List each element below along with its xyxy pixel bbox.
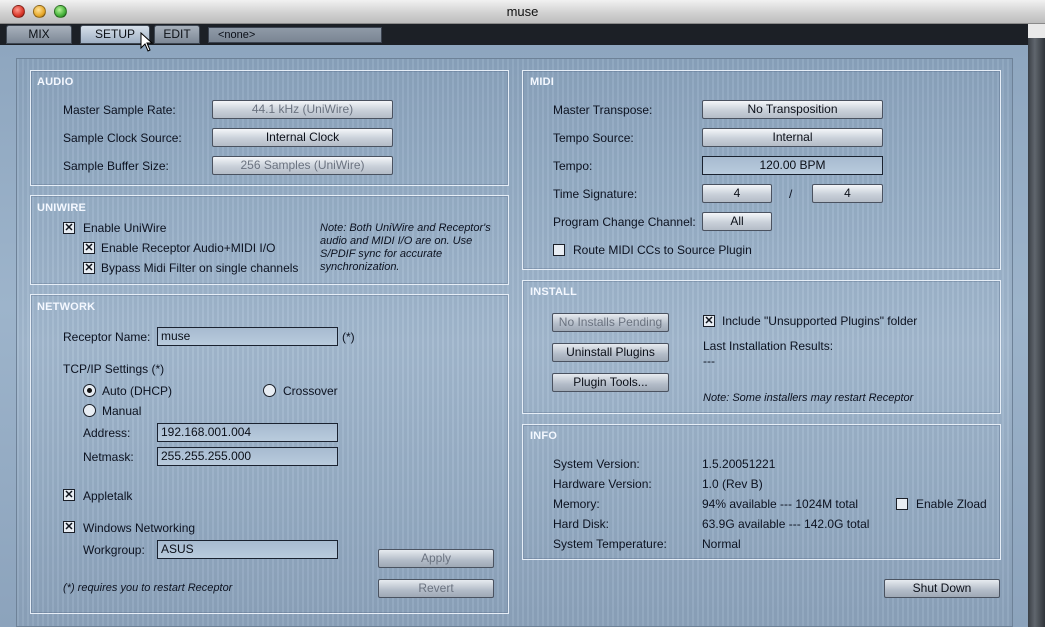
enable-uniwire-label: Enable UniWire <box>83 221 167 235</box>
tempo-label: Tempo: <box>553 159 593 173</box>
receptor-name-field[interactable]: muse <box>157 327 338 346</box>
restart-marker: (*) <box>342 330 355 344</box>
enable-zload-checkbox[interactable] <box>896 498 908 510</box>
window-title: muse <box>506 4 539 19</box>
enable-zload-label: Enable Zload <box>916 497 987 511</box>
last-results-value: --- <box>703 354 715 368</box>
install-title: INSTALL <box>530 286 578 298</box>
netmask-field[interactable]: 255.255.255.000 <box>157 447 338 466</box>
address-label: Address: <box>83 426 131 440</box>
windows-networking-checkbox[interactable]: ✕ <box>63 521 75 533</box>
auto-dhcp-label: Auto (DHCP) <box>102 384 173 398</box>
mouse-pointer-icon <box>140 32 154 52</box>
plugin-tools-button[interactable]: Plugin Tools... <box>552 373 669 392</box>
tempo-source-label: Tempo Source: <box>553 131 634 145</box>
buffer-size-label: Sample Buffer Size: <box>63 159 169 173</box>
right-edge <box>1028 24 1045 627</box>
auto-dhcp-radio[interactable] <box>83 384 96 397</box>
route-midi-cc-label: Route MIDI CCs to Source Plugin <box>573 243 752 257</box>
transpose-label: Master Transpose: <box>553 103 653 117</box>
sample-rate-button[interactable]: 44.1 kHz (UniWire) <box>212 100 393 119</box>
workgroup-label: Workgroup: <box>83 543 145 557</box>
tempo-field[interactable]: 120.00 BPM <box>702 156 883 175</box>
network-title: NETWORK <box>37 301 96 313</box>
bypass-midi-checkbox[interactable]: ✕ <box>83 262 95 274</box>
preset-selector[interactable]: <none> <box>208 27 382 43</box>
revert-button[interactable]: Revert <box>378 579 494 598</box>
crossover-radio[interactable] <box>263 384 276 397</box>
memory-label: Memory: <box>553 497 600 511</box>
clock-source-label: Sample Clock Source: <box>63 131 182 145</box>
title-bar: muse <box>0 0 1045 24</box>
tcpip-label: TCP/IP Settings (*) <box>63 362 165 376</box>
manual-label: Manual <box>102 404 142 418</box>
install-note: Note: Some installers may restart Recept… <box>703 392 914 404</box>
hard-disk-label: Hard Disk: <box>553 517 610 531</box>
time-signature-label: Time Signature: <box>553 187 638 201</box>
last-results-label: Last Installation Results: <box>703 339 834 353</box>
shut-down-button[interactable]: Shut Down <box>884 579 1000 598</box>
uniwire-title: UNIWIRE <box>37 202 87 214</box>
audio-title: AUDIO <box>37 76 74 88</box>
tab-mix[interactable]: MIX <box>6 25 72 44</box>
receptor-name-label: Receptor Name: <box>63 330 151 344</box>
uniwire-note: Note: Both UniWire and Receptor's audio … <box>320 222 491 273</box>
restart-footnote: (*) requires you to restart Receptor <box>63 582 233 594</box>
netmask-label: Netmask: <box>83 450 134 464</box>
workgroup-field[interactable]: ASUS <box>157 540 338 559</box>
enable-receptor-checkbox[interactable]: ✕ <box>83 242 95 254</box>
include-unsupported-label: Include "Unsupported Plugins" folder <box>722 314 918 328</box>
appletalk-label: Appletalk <box>83 489 133 503</box>
tab-edit[interactable]: EDIT <box>154 25 200 44</box>
info-title: INFO <box>530 430 558 442</box>
enable-receptor-label: Enable Receptor Audio+MIDI I/O <box>101 241 276 255</box>
buffer-size-button[interactable]: 256 Samples (UniWire) <box>212 156 393 175</box>
system-temperature-value: Normal <box>702 537 741 551</box>
uninstall-plugins-button[interactable]: Uninstall Plugins <box>552 343 669 362</box>
tempo-source-button[interactable]: Internal <box>702 128 883 147</box>
crossover-label: Crossover <box>283 384 338 398</box>
hard-disk-value: 63.9G available --- 142.0G total <box>702 517 870 531</box>
sample-rate-label: Master Sample Rate: <box>63 103 176 117</box>
time-sig-numerator-button[interactable]: 4 <box>702 184 772 203</box>
transpose-button[interactable]: No Transposition <box>702 100 883 119</box>
time-sig-separator: / <box>789 187 793 201</box>
system-temperature-label: System Temperature: <box>553 537 667 551</box>
time-sig-denominator-button[interactable]: 4 <box>812 184 883 203</box>
include-unsupported-checkbox[interactable]: ✕ <box>703 315 715 327</box>
route-midi-cc-checkbox[interactable] <box>553 244 565 256</box>
pc-channel-label: Program Change Channel: <box>553 215 696 229</box>
clock-source-button[interactable]: Internal Clock <box>212 128 393 147</box>
no-installs-pending-button[interactable]: No Installs Pending <box>552 313 669 332</box>
manual-radio[interactable] <box>83 404 96 417</box>
memory-value: 94% available --- 1024M total <box>702 497 859 511</box>
windows-networking-label: Windows Networking <box>83 521 196 535</box>
system-version-value: 1.5.20051221 <box>702 457 776 471</box>
hardware-version-value: 1.0 (Rev B) <box>702 477 763 491</box>
hardware-version-label: Hardware Version: <box>553 477 652 491</box>
address-field[interactable]: 192.168.001.004 <box>157 423 338 442</box>
midi-title: MIDI <box>530 76 555 88</box>
apply-button[interactable]: Apply <box>378 549 494 568</box>
enable-uniwire-checkbox[interactable]: ✕ <box>63 222 75 234</box>
appletalk-checkbox[interactable]: ✕ <box>63 489 75 501</box>
pc-channel-button[interactable]: All <box>702 212 772 231</box>
bypass-midi-label: Bypass Midi Filter on single channels <box>101 261 299 275</box>
system-version-label: System Version: <box>553 457 640 471</box>
